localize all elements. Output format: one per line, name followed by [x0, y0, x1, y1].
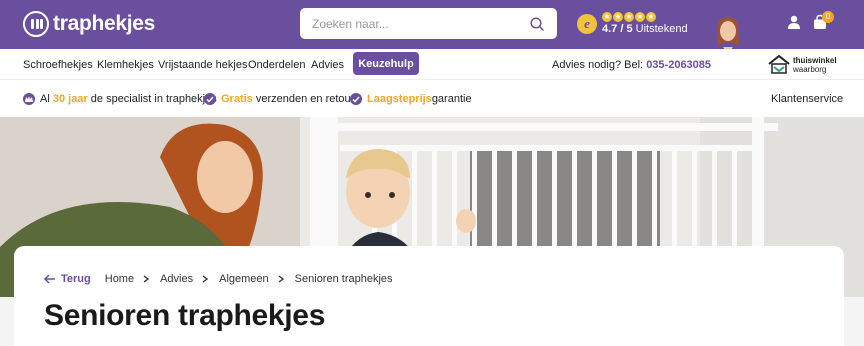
star-icon: ★ [613, 12, 623, 22]
usp-experience: Al 30 jaar de specialist in traphekjes [23, 93, 217, 105]
advice-label: Advies nodig? Bel: [552, 59, 644, 71]
logo-text: traphekjes [53, 12, 156, 35]
usp-text: de specialist in traphekjes [90, 93, 217, 105]
rating-score: 4.7 / 5 [602, 23, 633, 35]
arrow-left-icon [44, 274, 55, 284]
search-icon[interactable] [529, 16, 545, 32]
search-input[interactable] [312, 16, 529, 31]
thuiswinkel-line2: waarborg [793, 64, 827, 74]
top-header: traphekjes e ★ ★ ★ ★ ★ 4.7 / 5 Uitsteken… [0, 0, 864, 79]
usp-highlight: Gratis [221, 93, 253, 105]
check-icon [204, 93, 216, 105]
back-label: Terug [61, 273, 91, 285]
back-link[interactable]: Terug [44, 273, 91, 285]
keuzehulp-button[interactable]: Keuzehulp [353, 52, 419, 75]
usp-text: Al [40, 93, 50, 105]
chevron-right-icon [278, 275, 284, 283]
main-nav: Schroefhekjes Klemhekjes Vrijstaande hek… [0, 49, 864, 80]
usp-highlight: 30 jaar [52, 93, 88, 105]
advice-phone[interactable]: Advies nodig? Bel: 035-2063085 [552, 59, 711, 71]
usp-shipping: Gratis verzenden en retour* [204, 93, 359, 105]
rating-label: Uitstekend [635, 23, 688, 35]
star-icon: ★ [646, 12, 656, 22]
nav-item-advies[interactable]: Advies [311, 59, 344, 71]
cart-count-badge: 0 [822, 11, 834, 23]
check-icon [350, 93, 362, 105]
chevron-right-icon [143, 275, 150, 283]
crown-icon [23, 93, 35, 105]
star-icon: ★ [602, 12, 612, 22]
site-logo[interactable]: traphekjes [23, 11, 155, 37]
thuiswinkel-line1: thuiswinkel [793, 55, 837, 65]
review-rating[interactable]: e ★ ★ ★ ★ ★ 4.7 / 5 Uitstekend [577, 12, 688, 35]
account-icon[interactable] [786, 14, 802, 30]
usp-highlight: Laagsteprijs [367, 93, 432, 105]
chevron-right-icon [202, 275, 209, 283]
star-icon: ★ [624, 12, 634, 22]
usp-bar: Al 30 jaar de specialist in traphekjes G… [0, 80, 864, 117]
breadcrumb-home[interactable]: Home [105, 273, 134, 285]
nav-item-vrijstaande-hekjes[interactable]: Vrijstaande hekjes [158, 59, 247, 71]
usp-text: verzenden en retour* [255, 93, 359, 105]
usp-price-guarantee: Laagsteprijs garantie [350, 93, 472, 105]
star-icon: ★ [635, 12, 645, 22]
usp-text: garantie [431, 93, 472, 105]
nav-item-schroefhekjes[interactable]: Schroefhekjes [23, 59, 93, 71]
search-bar [300, 8, 557, 39]
breadcrumb: Terug Home Advies Algemeen Senioren trap… [44, 273, 401, 285]
ekomi-logo-icon: e [577, 13, 597, 34]
klantenservice-link[interactable]: Klantenservice [771, 93, 843, 105]
content-card: Terug Home Advies Algemeen Senioren trap… [14, 246, 844, 346]
phone-number[interactable]: 035-2063085 [646, 59, 711, 71]
page-title: Senioren traphekjes [44, 299, 326, 332]
nav-item-onderdelen[interactable]: Onderdelen [248, 59, 306, 71]
rating-stars: ★ ★ ★ ★ ★ [602, 12, 688, 22]
logo-icon [23, 11, 49, 37]
breadcrumb-advies[interactable]: Advies [160, 273, 193, 285]
thuiswinkel-badge[interactable]: thuiswinkel waarborg [768, 55, 837, 74]
breadcrumb-algemeen[interactable]: Algemeen [219, 273, 269, 285]
breadcrumb-current: Senioren traphekjes [294, 273, 393, 285]
nav-item-klemhekjes[interactable]: Klemhekjes [97, 59, 154, 71]
thuiswinkel-house-icon [768, 55, 790, 74]
